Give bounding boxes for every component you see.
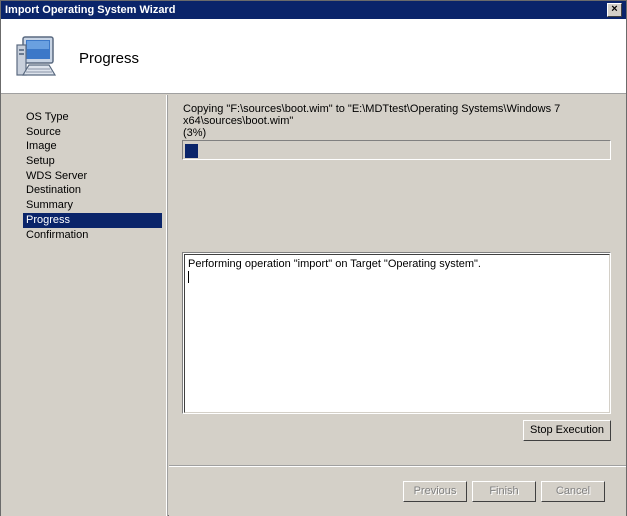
cancel-button[interactable]: Cancel: [541, 481, 605, 502]
page-title: Progress: [79, 50, 140, 67]
wizard-window: Import Operating System Wizard × Progres…: [0, 0, 627, 516]
close-icon: ×: [611, 3, 618, 15]
step-destination: Destination: [26, 184, 82, 197]
log-line: Performing operation "import" on Target …: [188, 258, 481, 270]
output-log[interactable]: Performing operation "import" on Target …: [182, 252, 611, 414]
step-os-type: OS Type: [26, 111, 69, 123]
progress-bar: [182, 140, 611, 160]
step-setup: Setup: [26, 155, 55, 168]
step-progress: Progress: [23, 212, 162, 228]
step-source: Source: [26, 125, 61, 138]
progress-fill: [185, 144, 198, 158]
wizard-sidebar: OS Type Source Image Setup WDS Server De…: [1, 95, 167, 516]
step-summary: Summary: [26, 199, 74, 212]
sidebar-divider: [167, 95, 168, 516]
window-title: Import Operating System Wizard: [5, 4, 176, 16]
computer-icon: [16, 36, 57, 76]
close-button[interactable]: ×: [607, 3, 622, 17]
title-bar[interactable]: Import Operating System Wizard ×: [1, 1, 626, 19]
step-list: OS Type Source Image Setup WDS Server De…: [23, 110, 162, 242]
wizard-header: Progress: [1, 19, 626, 94]
stop-execution-button[interactable]: Stop Execution: [523, 420, 611, 441]
step-image: Image: [26, 140, 57, 153]
footer-divider: [169, 465, 626, 467]
main-panel: Copying "F:\sources\boot.wim" to "E:\MDT…: [169, 95, 626, 516]
status-text: Copying "F:\sources\boot.wim" to "E:\MDT…: [183, 103, 623, 139]
previous-button[interactable]: Previous: [403, 481, 467, 502]
finish-button[interactable]: Finish: [472, 481, 536, 502]
status-line-path: Copying "F:\sources\boot.wim" to "E:\MDT…: [183, 103, 561, 127]
text-caret: [188, 271, 189, 283]
step-confirmation: Confirmation: [26, 228, 89, 241]
step-wds-server: WDS Server: [26, 169, 88, 182]
status-line-percent: (3%): [183, 127, 207, 139]
